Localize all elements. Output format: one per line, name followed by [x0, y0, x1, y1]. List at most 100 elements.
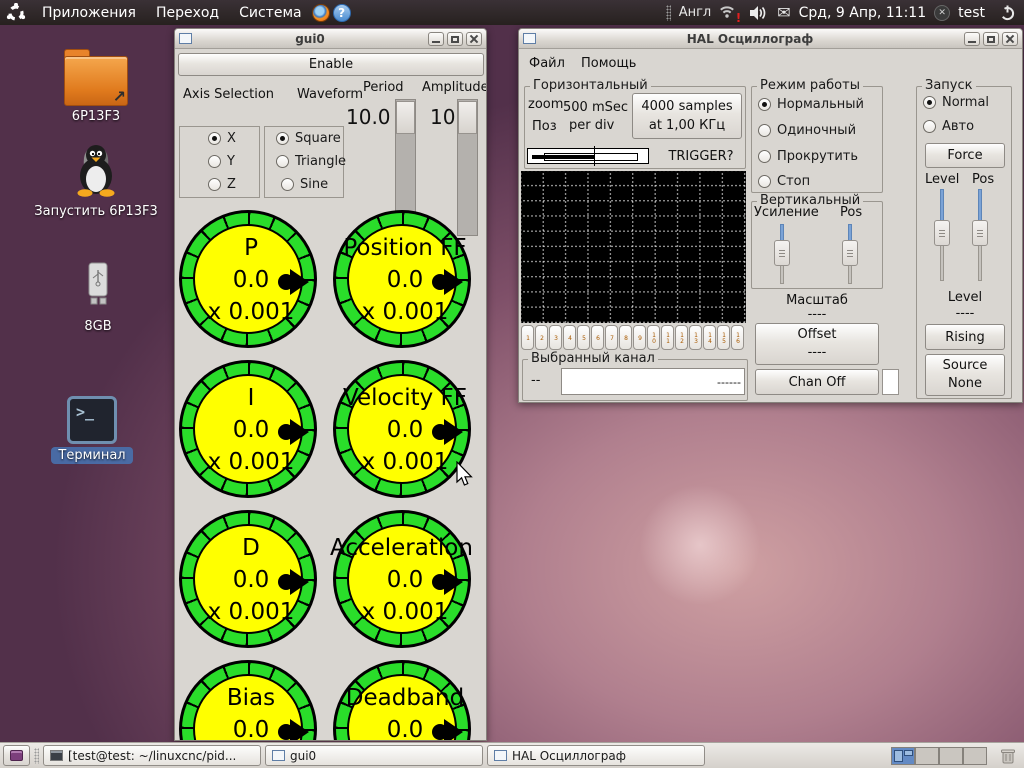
mail-icon[interactable]: ✉	[777, 3, 790, 22]
dial-p[interactable]: P 0.0 x 0.001	[176, 207, 326, 357]
keyboard-layout-indicator[interactable]: Англ	[679, 5, 712, 20]
minimize-button[interactable]	[428, 31, 444, 46]
period-slider-handle[interactable]	[396, 101, 415, 134]
trigger-level-slider[interactable]	[933, 189, 951, 281]
tasklist-drag-handle[interactable]	[34, 747, 39, 764]
radio-run-normal[interactable]: Нормальный	[758, 97, 864, 112]
gui0-titlebar[interactable]: gui0	[175, 29, 486, 49]
channel-button-8[interactable]: 8	[619, 325, 632, 350]
workspace-2[interactable]	[915, 746, 939, 765]
task-terminal[interactable]: [test@test: ~/linuxcnc/pid...	[43, 745, 261, 766]
radio-run-stop[interactable]: Стоп	[758, 174, 810, 189]
maximize-button[interactable]	[447, 31, 463, 46]
desktop-icon-usb[interactable]: 8GB	[50, 262, 146, 334]
window-menu-icon[interactable]	[523, 33, 536, 44]
maximize-button[interactable]	[983, 31, 999, 46]
slider-handle[interactable]	[934, 220, 950, 247]
workspace-4[interactable]	[963, 746, 987, 765]
menu-file[interactable]: Файл	[529, 56, 565, 71]
rising-button[interactable]: Rising	[925, 324, 1005, 350]
firefox-launcher-icon[interactable]	[311, 3, 330, 22]
help-launcher-icon[interactable]: ?	[332, 3, 351, 22]
minimize-button[interactable]	[964, 31, 980, 46]
close-button[interactable]	[466, 31, 482, 46]
channel-button-2[interactable]: 2	[535, 325, 548, 350]
chan-off-button[interactable]: Chan Off	[755, 369, 879, 395]
trash-icon[interactable]	[999, 747, 1017, 765]
dial-i[interactable]: I 0.0 x 0.001	[176, 357, 326, 507]
radio-axis-x[interactable]: X	[208, 131, 236, 146]
channel-button-11[interactable]: 11	[661, 325, 674, 350]
vertical-pos-slider[interactable]	[841, 224, 859, 284]
dial-position-ff[interactable]: Position FF 0.0 x 0.001	[330, 207, 480, 357]
radio-run-single[interactable]: Одиночный	[758, 123, 856, 138]
radio-axis-z[interactable]: Z	[208, 177, 236, 192]
dial-d[interactable]: D 0.0 x 0.001	[176, 507, 326, 657]
channel-button-13[interactable]: 13	[689, 325, 702, 350]
channel-button-12[interactable]: 12	[675, 325, 688, 350]
channel-button-label: 8	[622, 334, 630, 341]
ubuntu-logo-icon[interactable]	[6, 2, 26, 23]
scope-display[interactable]	[521, 171, 746, 323]
workspace-1[interactable]	[891, 746, 915, 765]
close-button[interactable]	[1002, 31, 1018, 46]
enable-button[interactable]: Enable	[178, 53, 484, 76]
channel-button-4[interactable]: 4	[563, 325, 576, 350]
slider-handle[interactable]	[842, 239, 858, 266]
channel-button-14[interactable]: 14	[703, 325, 716, 350]
offset-button[interactable]: Offset ----	[755, 323, 879, 365]
channel-button-3[interactable]: 3	[549, 325, 562, 350]
horizontal-position-indicator[interactable]	[527, 146, 649, 166]
menu-applications[interactable]: Приложения	[32, 5, 146, 21]
folder-icon: ↗	[64, 49, 128, 106]
channel-button-6[interactable]: 6	[591, 325, 604, 350]
slider-handle[interactable]	[774, 239, 790, 266]
radio-wave-triangle[interactable]: Triangle	[276, 154, 346, 169]
radio-run-roll[interactable]: Прокрутить	[758, 149, 858, 164]
workspace-3[interactable]	[939, 746, 963, 765]
trigger-pos-slider[interactable]	[971, 189, 989, 281]
task-halscope[interactable]: HAL Осциллограф	[487, 745, 705, 766]
dial-acceleration-ff[interactable]: Acceleration FF 0.0 x 0.001	[330, 507, 480, 657]
gain-slider[interactable]	[773, 224, 791, 284]
trigger-status-label[interactable]: TRIGGER?	[660, 149, 742, 164]
channel-button-7[interactable]: 7	[605, 325, 618, 350]
channel-button-5[interactable]: 5	[577, 325, 590, 350]
radio-trigger-normal[interactable]: Normal	[923, 95, 989, 110]
radio-wave-square[interactable]: Square	[276, 131, 341, 146]
channel-button-16[interactable]: 16	[731, 325, 744, 350]
desktop-icon-terminal[interactable]: >_ Терминал	[42, 396, 142, 464]
halscope-titlebar[interactable]: HAL Осциллограф	[519, 29, 1022, 49]
waveform-group: Square Triangle Sine	[264, 126, 346, 198]
amplitude-slider-handle[interactable]	[458, 101, 477, 134]
user-menu[interactable]: test	[958, 5, 985, 21]
volume-icon[interactable]	[749, 5, 769, 21]
samples-button[interactable]: 4000 samples at 1,00 КГц	[632, 93, 742, 139]
desktop-icon-launch[interactable]: Запустить 6P13F3	[20, 143, 172, 219]
menu-places[interactable]: Переход	[146, 5, 229, 21]
force-button[interactable]: Force	[925, 143, 1005, 168]
applet-drag-handle[interactable]	[665, 4, 671, 21]
task-gui0[interactable]: gui0	[265, 745, 483, 766]
channel-button-15[interactable]: 15	[717, 325, 730, 350]
channel-button-9[interactable]: 9	[633, 325, 646, 350]
dial-bias[interactable]: Bias 0.0	[176, 657, 326, 740]
channel-button-1[interactable]: 1	[521, 325, 534, 350]
radio-wave-sine[interactable]: Sine	[281, 177, 328, 192]
menu-help[interactable]: Помощь	[581, 56, 636, 71]
window-menu-icon[interactable]	[179, 33, 192, 44]
channel-button-10[interactable]: 10	[647, 325, 660, 350]
power-icon[interactable]	[999, 4, 1016, 21]
desktop-icon-folder[interactable]: ↗ 6P13F3	[48, 48, 144, 124]
radio-axis-y[interactable]: Y	[208, 154, 235, 169]
slider-handle[interactable]	[972, 220, 988, 247]
dial-deadband[interactable]: Deadband 0.0	[330, 657, 480, 740]
menu-system[interactable]: Система	[229, 5, 311, 21]
radio-trigger-auto[interactable]: Авто	[923, 119, 974, 134]
clock-applet[interactable]: Срд, 9 Апр, 11:11	[799, 5, 926, 21]
source-button[interactable]: Source None	[925, 354, 1005, 396]
user-status-icon[interactable]: ✕	[934, 4, 951, 21]
network-icon[interactable]: !	[719, 3, 741, 25]
selected-channel-entry[interactable]	[561, 368, 745, 395]
show-desktop-button[interactable]	[3, 745, 30, 766]
